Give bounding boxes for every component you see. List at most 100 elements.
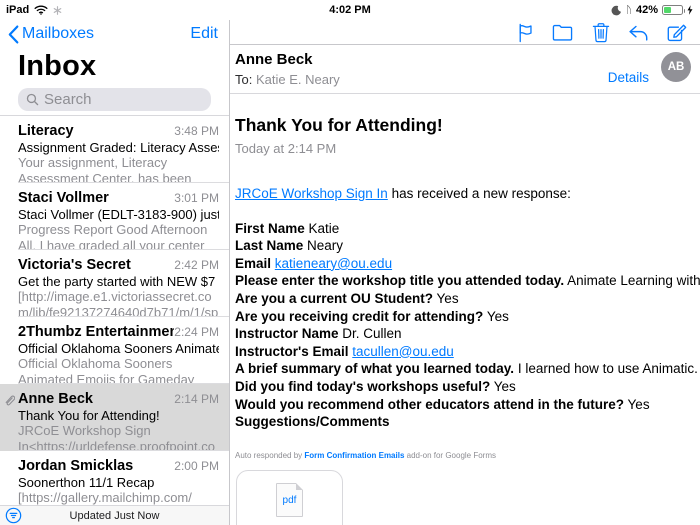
email-subject-line: Assignment Graded: Literacy Assessm... [18,140,219,155]
field-value: Yes [437,291,459,306]
field-value: Yes [494,379,516,394]
updated-status: Updated Just Now [0,510,229,522]
field-label: Instructor Name [235,326,339,341]
form-confirmation-emails-link[interactable]: Form Confirmation Emails [304,451,404,460]
field-value: Yes [487,309,509,324]
email-sender: Staci Vollmer [18,190,109,206]
intro-line: JRCoE Workshop Sign In has received a ne… [235,185,700,203]
email-subject-line: Official Oklahoma Sooners Animated E... [18,341,219,356]
compose-button[interactable] [666,22,687,43]
field-label: A brief summary of what you learned toda… [235,361,514,376]
field-label: Instructor's Email [235,344,349,359]
email-list-item[interactable]: Victoria's Secret 2:42 PM Get the party … [0,250,229,317]
email-sender: 2Thumbz Entertainment [18,324,174,340]
message-toolbar [230,20,700,45]
to-label: To: [235,72,252,87]
note-pre: Auto responded by [235,451,304,460]
pdf-label: pdf [283,492,297,510]
edit-button[interactable]: Edit [190,25,218,43]
reply-button[interactable] [628,22,649,43]
delete-button[interactable] [590,22,611,43]
filter-button[interactable] [5,507,22,524]
field-label: Would you recommend other educators atte… [235,397,624,412]
field-value: Yes [628,397,650,412]
sender-name: Anne Beck [235,51,700,68]
field-label: Did you find today's workshops useful? [235,379,490,394]
form-field-line: Instructor Name Dr. Cullen [235,325,700,343]
email-list-item[interactable]: Staci Vollmer 3:01 PM Staci Vollmer (EDL… [0,183,229,250]
form-field-line: Are you receiving credit for attending? … [235,308,700,326]
details-link[interactable]: Details [608,70,649,85]
page-title: Inbox [0,46,229,88]
email-time: 3:01 PM [174,191,219,205]
search-icon [26,93,39,106]
battery-percent: 42% [636,4,658,16]
field-label: Suggestions/Comments [235,414,390,429]
trash-icon [592,22,610,43]
form-field-line: A brief summary of what you learned toda… [235,360,700,378]
search-input[interactable]: Search [18,88,211,111]
field-label: Are you receiving credit for attending? [235,309,483,324]
email-date: Today at 2:14 PM [235,141,690,156]
search-placeholder: Search [44,91,92,108]
email-subject-line: Staci Vollmer (EDLT-3183-900) just se... [18,207,219,222]
auto-responder-note: Auto responded by Form Confirmation Emai… [235,447,700,465]
mail-app: iPad 4:02 PM ᚢ 42% [0,0,700,525]
form-field-line: Suggestions/Comments [235,413,700,431]
battery-icon [662,5,683,15]
field-value: Katie [309,221,340,236]
field-label: First Name [235,221,305,236]
email-subject-line: Thank You for Attending! [18,408,219,423]
email-list-item[interactable]: Literacy 3:48 PM Assignment Graded: Lite… [0,116,229,183]
field-label: Last Name [235,238,303,253]
inbox-sidebar: Mailboxes Edit Inbox Search Literacy [0,20,230,525]
form-field-line: First Name Katie [235,220,700,238]
compose-icon [666,22,687,43]
clock: 4:02 PM [0,4,700,16]
email-time: 3:48 PM [174,124,219,138]
status-bar: iPad 4:02 PM ᚢ 42% [0,0,700,20]
email-body: JRCoE Workshop Sign In has received a ne… [230,156,700,525]
email-sender: Anne Beck [18,391,93,407]
email-sender: Literacy [18,123,74,139]
sidebar-footer: Updated Just Now [0,505,229,525]
email-subject-line: Soonerthon 11/1 Recap [18,475,219,490]
field-value: Dr. Cullen [342,326,401,341]
email-list-item[interactable]: 2Thumbz Entertainment 2:24 PM Official O… [0,317,229,384]
reply-icon [628,23,649,42]
form-response-fields: First Name KatieLast Name NearyEmail kat… [235,220,700,431]
field-label: Please enter the workshop title you atte… [235,273,564,288]
field-value: Neary [307,238,343,253]
email-list: Literacy 3:48 PM Assignment Graded: Lite… [0,115,229,525]
pdf-file-icon: pdf [276,483,303,517]
flag-button[interactable] [514,22,535,43]
flag-icon [515,22,534,43]
mailboxes-back-button[interactable]: Mailboxes [8,25,94,44]
field-label: Are you a current OU Student? [235,291,433,306]
workshop-signin-link[interactable]: JRCoE Workshop Sign In [235,186,388,201]
message-header: Anne Beck To: Katie E. Neary Details AB [230,45,700,94]
email-time: 2:24 PM [174,325,219,339]
charging-bolt-icon [687,5,693,15]
paperclip-icon [4,393,15,406]
pdf-attachment[interactable]: pdf Thank You...nding! .pdf [236,470,343,525]
email-time: 2:14 PM [174,392,219,406]
message-pane: Anne Beck To: Katie E. Neary Details AB … [230,20,700,525]
folder-icon [552,23,573,42]
do-not-disturb-moon-icon [611,5,622,16]
email-list-item[interactable]: Anne Beck 2:14 PM Thank You for Attendin… [0,384,229,451]
field-value-link[interactable]: tacullen@ou.edu [352,344,454,359]
email-sender: Victoria's Secret [18,257,131,273]
move-to-folder-button[interactable] [552,22,573,43]
avatar: AB [661,52,691,82]
form-field-line: Did you find today's workshops useful? Y… [235,378,700,396]
form-field-line: Are you a current OU Student? Yes [235,290,700,308]
form-field-line: Please enter the workshop title you atte… [235,272,700,290]
sidebar-nav: Mailboxes Edit [0,22,229,46]
email-subject-line: Get the party started with NEW $7 Mis... [18,274,219,289]
field-value-link[interactable]: katieneary@ou.edu [275,256,392,271]
field-value: Animate Learning with Animatic [567,273,700,288]
intro-text: has received a new response: [388,186,571,201]
email-time: 2:00 PM [174,459,219,473]
email-subject: Thank You for Attending! [235,115,690,136]
